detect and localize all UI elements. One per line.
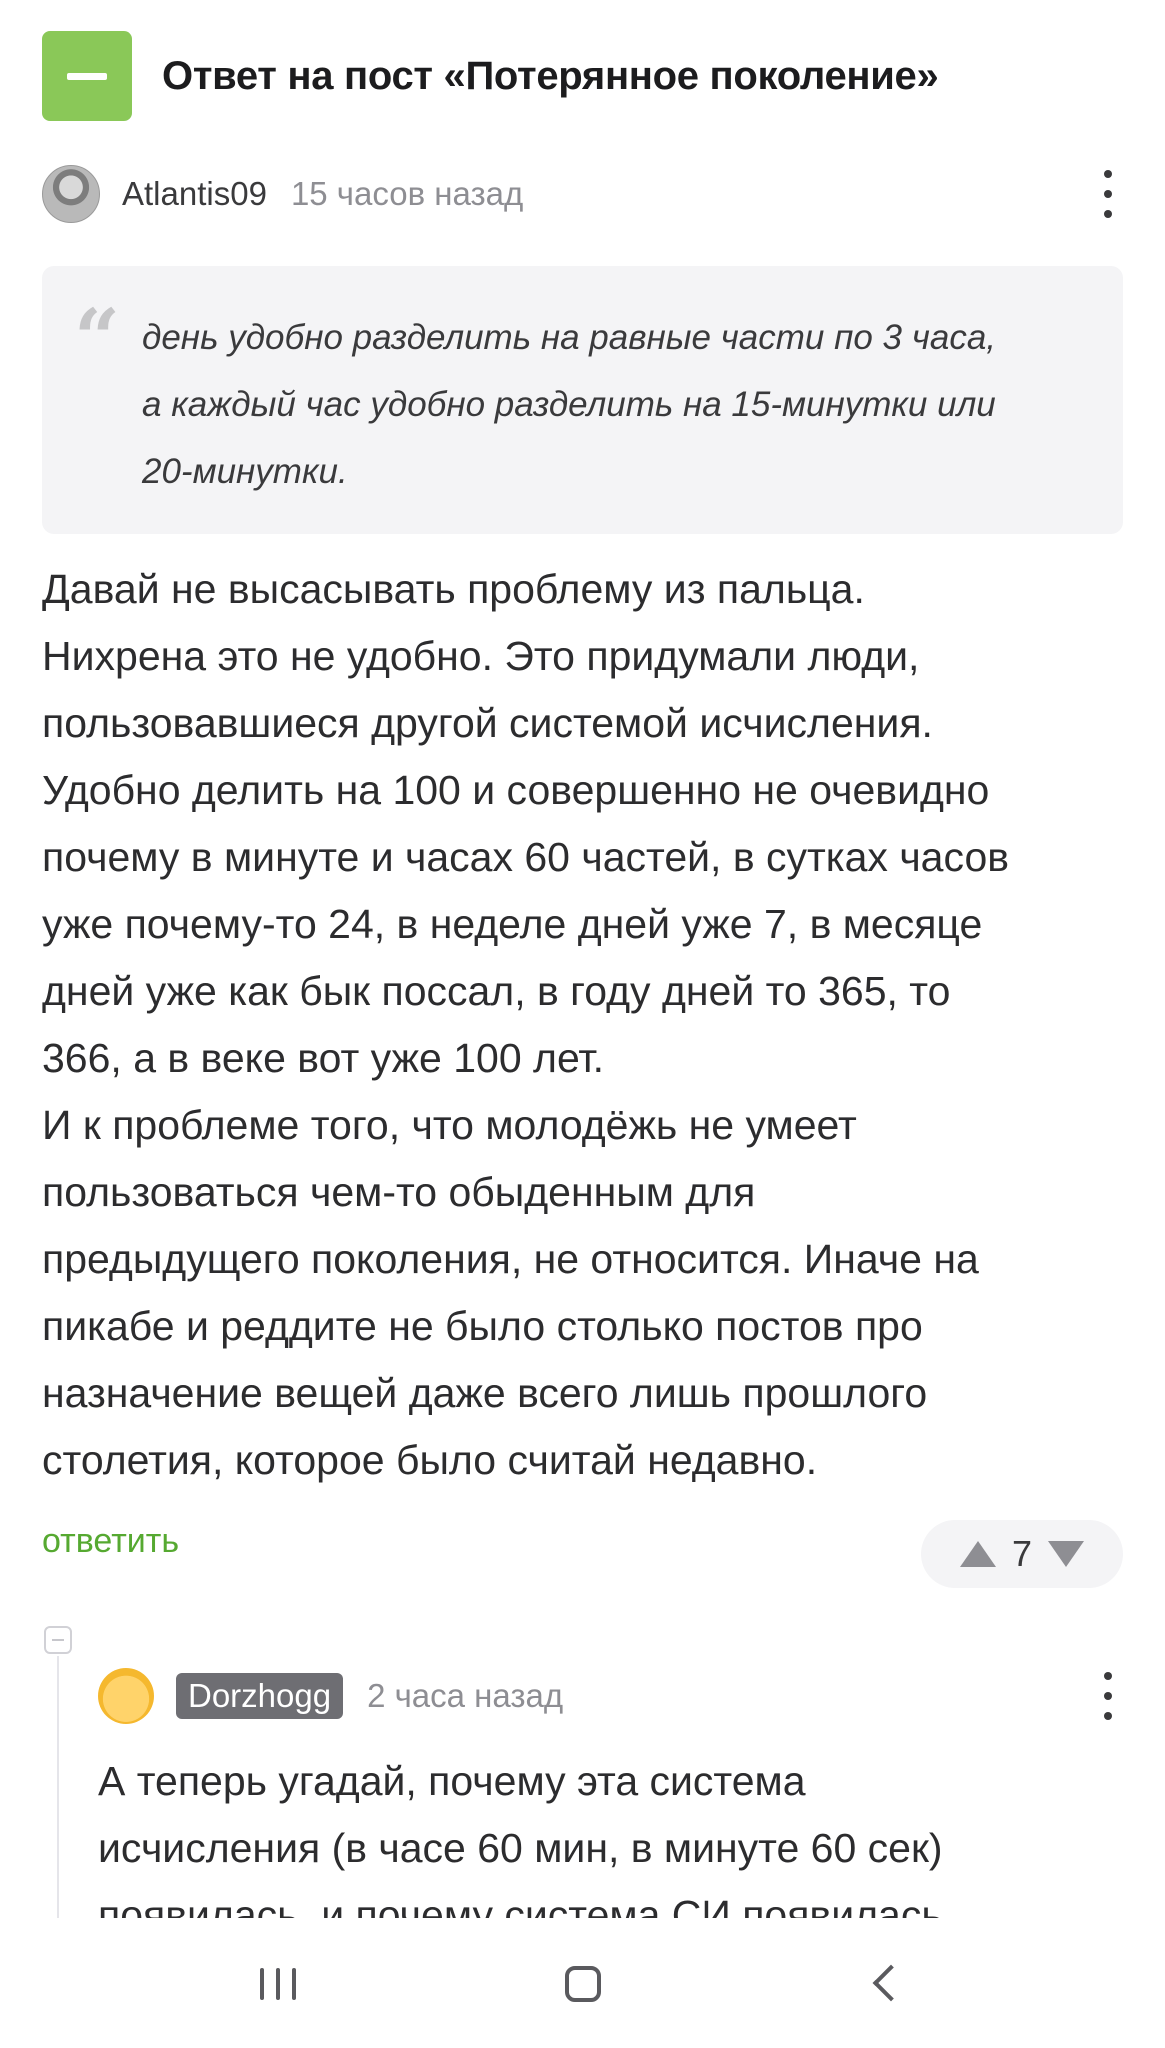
- comment-body: Давай не высасывать проблему из пальца. …: [42, 556, 1123, 1494]
- system-navigation-bar: [0, 1918, 1165, 2048]
- body-line: дней уже как бык поссал, в году дней то …: [42, 968, 951, 1014]
- back-icon[interactable]: [872, 1964, 910, 2002]
- reply-line: появилась, и почему система СИ появилась: [98, 1892, 943, 1918]
- quote-icon: “: [74, 291, 121, 385]
- body-line: Нихрена это не удобно. Это придумали люд…: [42, 633, 920, 679]
- avatar[interactable]: [42, 165, 100, 223]
- body-line: предыдущего поколения, не относится. Ина…: [42, 1236, 979, 1282]
- comment-username[interactable]: Atlantis09: [122, 175, 267, 213]
- reply-body: А теперь угадай, почему эта система исчи…: [98, 1748, 1098, 1918]
- body-line: 366, а в веке вот уже 100 лет.: [42, 1035, 605, 1081]
- triangle-up-icon[interactable]: [959, 1541, 996, 1567]
- body-line: пользоваться чем-то обыденным для: [42, 1169, 756, 1215]
- reply-line: исчисления (в часе 60 мин, в минуте 60 с…: [98, 1825, 943, 1871]
- reply-username[interactable]: Dorzhogg: [176, 1673, 344, 1719]
- body-line: Удобно делить на 100 и совершенно не оче…: [42, 767, 990, 813]
- body-line: Давай не высасывать проблему из пальца.: [42, 566, 865, 612]
- body-line: уже почему-то 24, в неделе дней уже 7, в…: [42, 901, 983, 947]
- home-icon[interactable]: [565, 1966, 601, 2002]
- reply-link[interactable]: ответить: [42, 1522, 179, 1561]
- triangle-down-icon[interactable]: [1048, 1541, 1085, 1567]
- quote-line: день удобно разделить на равные части по…: [142, 318, 997, 357]
- reply-more-button[interactable]: [1093, 1666, 1123, 1726]
- minus-icon: [67, 72, 107, 80]
- collapse-post-button[interactable]: [42, 31, 132, 121]
- thread-line[interactable]: [57, 1656, 59, 1918]
- body-line: столетия, которое было считай недавно.: [42, 1437, 818, 1483]
- collapse-thread-button[interactable]: [44, 1626, 72, 1654]
- recent-apps-icon[interactable]: [260, 1968, 296, 2000]
- body-line: почему в минуте и часах 60 частей, в сут…: [42, 834, 1010, 880]
- post-header: Ответ на пост «Потерянное поколение»: [42, 30, 1123, 122]
- avatar[interactable]: [98, 1668, 154, 1724]
- comment-timestamp: 15 часов назад: [290, 175, 524, 212]
- quote-line: 20-минутки.: [142, 452, 348, 491]
- more-vertical-icon: [1104, 1672, 1112, 1680]
- body-line: пользовавшиеся другой системой исчислени…: [42, 700, 933, 746]
- body-line: И к проблеме того, что молодёжь не умеет: [42, 1102, 857, 1148]
- quote-line: а каждый час удобно разделить на 15-мину…: [142, 385, 996, 424]
- vote-box: 7: [921, 1520, 1123, 1588]
- reply-timestamp: 2 часа назад: [367, 1677, 564, 1714]
- body-line: пикабе и реддите не было столько постов …: [42, 1303, 923, 1349]
- quote-block: “ день удобно разделить на равные части …: [42, 266, 1123, 534]
- reply-meta: Dorzhogg 2 часа назад: [98, 1666, 1123, 1726]
- reply-line: А теперь угадай, почему эта система: [98, 1758, 806, 1804]
- post-title[interactable]: Ответ на пост «Потерянное поколение»: [162, 54, 939, 99]
- comment-more-button[interactable]: [1093, 164, 1123, 224]
- more-vertical-icon: [1104, 170, 1112, 178]
- body-line: назначение вещей даже всего лишь прошлог…: [42, 1370, 928, 1416]
- vote-count: 7: [1011, 1533, 1033, 1574]
- minus-icon: [52, 1639, 64, 1641]
- comment-meta: Atlantis09 15 часов назад: [42, 164, 1123, 224]
